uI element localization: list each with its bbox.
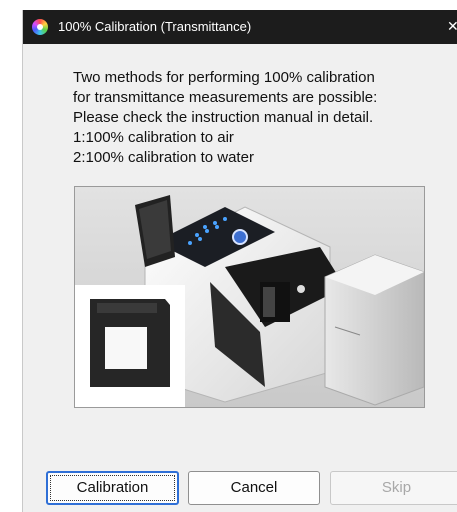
message-line: 1:100% calibration to air <box>73 129 234 146</box>
close-icon[interactable]: ✕ <box>447 18 457 34</box>
skip-button[interactable]: Skip <box>330 471 457 505</box>
color-wheel-icon <box>32 19 48 35</box>
spectrophotometer-image <box>75 187 424 407</box>
instrument-illustration <box>74 186 425 408</box>
instruction-message: Two methods for performing 100% calibrat… <box>73 68 443 168</box>
title-bar: 100% Calibration (Transmittance) ✕ <box>23 10 457 44</box>
window-title: 100% Calibration (Transmittance) <box>58 19 252 34</box>
message-line: Please check the instruction manual in d… <box>73 109 374 126</box>
message-line: Two methods for performing 100% calibrat… <box>73 69 375 86</box>
calibration-button[interactable]: Calibration <box>46 471 179 505</box>
message-line: for transmittance measurements are possi… <box>73 89 378 106</box>
cancel-button[interactable]: Cancel <box>188 471 320 505</box>
message-line: 2:100% calibration to water <box>73 149 254 166</box>
calibration-dialog: 100% Calibration (Transmittance) ✕ Two m… <box>22 10 457 512</box>
